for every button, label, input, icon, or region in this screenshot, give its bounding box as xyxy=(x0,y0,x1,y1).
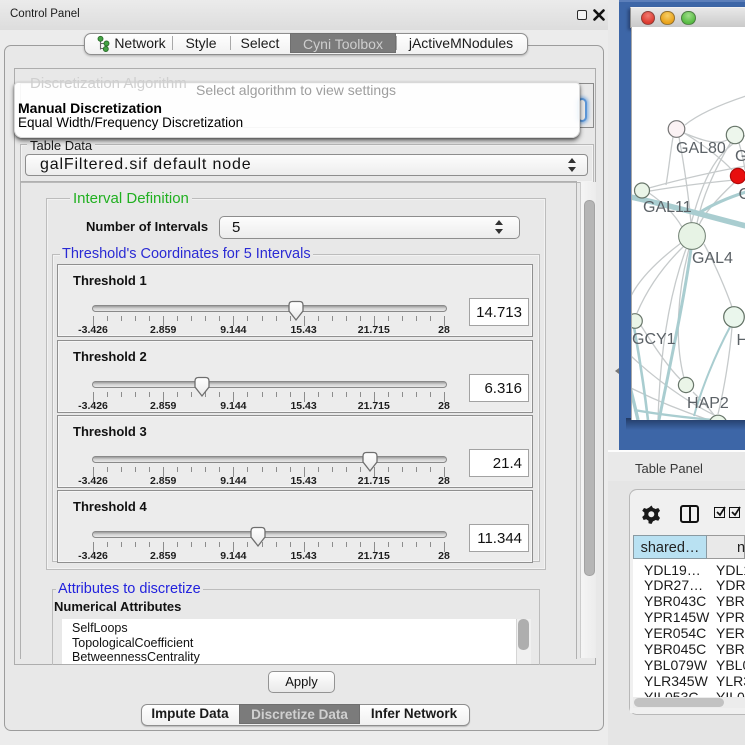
svg-text:GAL11: GAL11 xyxy=(643,199,692,216)
svg-text:GA: GA xyxy=(735,148,745,165)
svg-text:GCY1: GCY1 xyxy=(632,331,676,348)
svg-text:H: H xyxy=(737,332,745,349)
svg-text:HAP2: HAP2 xyxy=(687,395,729,412)
svg-text:GAL4: GAL4 xyxy=(692,250,733,267)
svg-text:C: C xyxy=(739,186,745,203)
svg-text:GAL80: GAL80 xyxy=(676,140,726,157)
